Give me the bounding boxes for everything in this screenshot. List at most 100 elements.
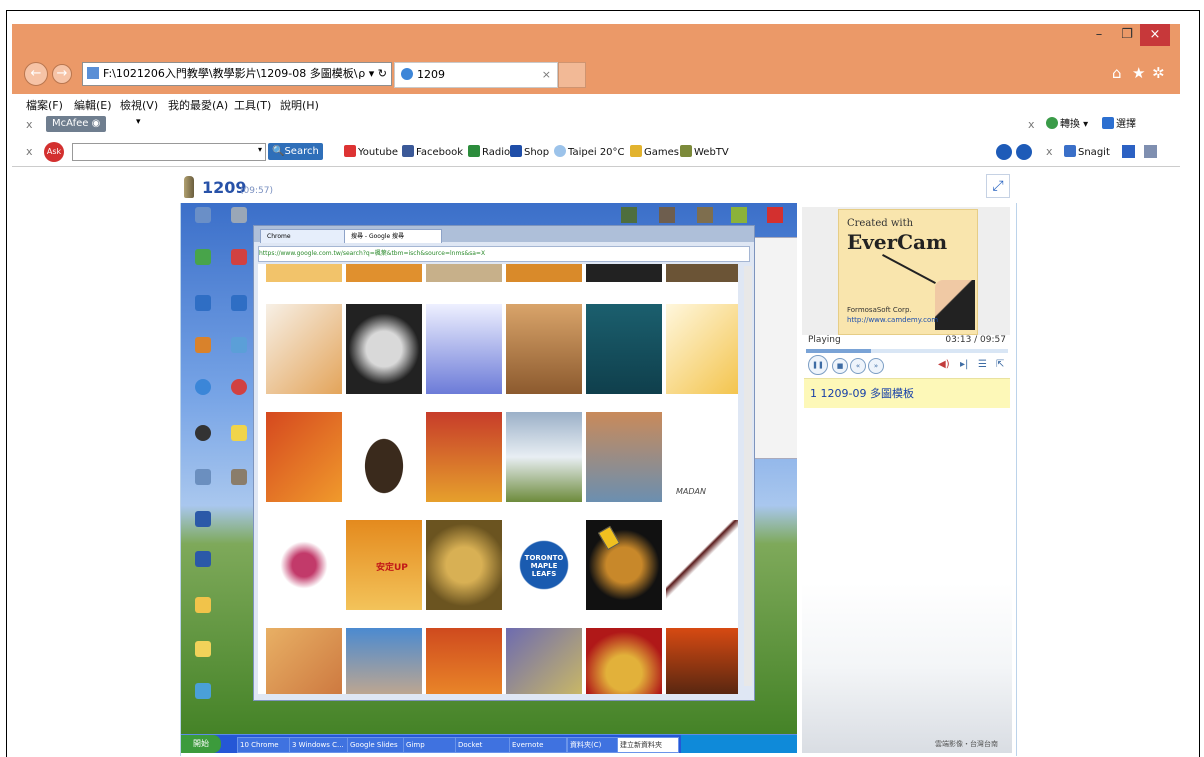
menu-favorites[interactable]: 我的最愛(A) <box>168 97 228 113</box>
menu-help[interactable]: 說明(H) <box>280 97 319 113</box>
image-result[interactable] <box>426 304 502 394</box>
select-button[interactable]: 選擇 <box>1102 116 1136 134</box>
image-result[interactable] <box>266 264 342 282</box>
player-status: Playing <box>808 335 841 345</box>
evercam-url[interactable]: http://www.camdemy.com <box>847 316 938 324</box>
taskbar-search[interactable]: 建立新資料夾 <box>617 737 679 753</box>
search-button[interactable]: 🔍Search <box>268 143 323 160</box>
tab-close-icon[interactable]: × <box>542 63 551 87</box>
ask-plus-icon[interactable] <box>996 144 1012 160</box>
link-youtube[interactable]: Youtube <box>344 144 398 162</box>
image-result[interactable] <box>506 264 582 282</box>
taskbar-item[interactable]: 10 Chrome <box>237 737 291 753</box>
image-result[interactable] <box>426 628 502 694</box>
chrome-tab-active[interactable]: 搜尋 - Google 搜尋 <box>344 229 442 243</box>
image-result[interactable]: TORONTO MAPLE LEAFS <box>506 520 582 610</box>
back-button[interactable]: ← <box>24 62 48 86</box>
image-result[interactable] <box>586 264 662 282</box>
close-toolbar-icon[interactable]: x <box>26 118 33 131</box>
tab-1209[interactable]: 1209 × <box>394 62 558 88</box>
image-result[interactable] <box>426 264 502 282</box>
snagit-capture-icon[interactable] <box>1122 145 1135 158</box>
image-result[interactable]: MADAN <box>666 412 738 502</box>
image-result[interactable] <box>666 264 738 282</box>
volume-icon[interactable]: ◀) <box>938 359 950 370</box>
ask-search-icon[interactable] <box>1016 144 1032 160</box>
close-button[interactable]: × <box>1140 24 1170 46</box>
playback-progress-bar[interactable] <box>806 349 1008 353</box>
image-result[interactable] <box>506 412 582 502</box>
taskbar-item[interactable]: 3 Windows C... <box>289 737 349 753</box>
image-result[interactable] <box>346 628 422 694</box>
taskbar-item[interactable]: Evernote <box>509 737 567 753</box>
search-dropdown-icon[interactable]: ▾ <box>258 145 262 154</box>
taskbar-item[interactable]: Docket <box>455 737 511 753</box>
convert-button[interactable]: 轉換 ▾ <box>1046 116 1088 134</box>
video-frame[interactable]: Chrome 搜尋 - Google 搜尋 https://www.google… <box>181 203 797 753</box>
panel-divider <box>180 203 181 756</box>
favorites-icon[interactable]: ★ <box>1132 64 1145 82</box>
link-webtv[interactable]: WebTV <box>680 144 729 162</box>
forward-button[interactable]: → <box>52 64 72 84</box>
new-tab-button[interactable] <box>558 62 586 88</box>
image-result[interactable] <box>666 304 738 394</box>
close-snagit-toolbar-icon[interactable]: x <box>1046 145 1053 158</box>
link-radio[interactable]: Radio <box>468 144 510 162</box>
image-result[interactable] <box>666 520 738 610</box>
fullscreen-icon[interactable]: ⤢ <box>986 174 1010 198</box>
link-shop[interactable]: Shop <box>510 144 549 162</box>
image-result[interactable] <box>586 412 662 502</box>
chrome-address-bar[interactable]: https://www.google.com.tw/search?q=楓葉&tb… <box>258 246 750 262</box>
menu-view[interactable]: 檢視(V) <box>120 97 158 113</box>
close-ask-toolbar-icon[interactable]: x <box>26 145 33 158</box>
image-result[interactable] <box>266 628 342 694</box>
image-result[interactable] <box>346 264 422 282</box>
stop-button[interactable]: ■ <box>832 358 848 374</box>
rewind-button[interactable]: « <box>850 358 866 374</box>
image-result[interactable] <box>266 412 342 502</box>
image-result[interactable] <box>506 304 582 394</box>
taskbar-item[interactable]: 資料夾(C) <box>567 737 619 753</box>
minimize-button[interactable]: – <box>1084 24 1114 46</box>
home-icon[interactable]: ⌂ <box>1112 64 1122 82</box>
image-result[interactable] <box>266 520 342 610</box>
link-facebook[interactable]: Facebook <box>402 144 463 162</box>
image-result[interactable] <box>266 304 342 394</box>
image-result[interactable] <box>346 412 422 502</box>
image-result[interactable] <box>666 628 738 694</box>
ask-search-input[interactable] <box>72 143 266 161</box>
menu-file[interactable]: 檔案(F) <box>26 97 63 113</box>
menu-tools[interactable]: 工具(T) <box>234 97 271 113</box>
image-result[interactable] <box>426 520 502 610</box>
image-result[interactable]: 安定UP <box>346 520 422 610</box>
taskbar-item[interactable]: Gimp <box>403 737 457 753</box>
chrome-scrollbar[interactable] <box>744 266 752 686</box>
playlist-item[interactable]: 1 1209-09 多圖模板 <box>804 378 1010 408</box>
desktop-icon <box>731 207 747 223</box>
image-result[interactable] <box>586 304 662 394</box>
address-bar[interactable]: F:\1021206入門教學\教學影片\1209-08 多圖模板\n( ρ ▾ … <box>82 62 392 86</box>
snagit-button[interactable]: Snagit <box>1064 144 1110 162</box>
taskbar-item[interactable]: Google Slides <box>347 737 405 753</box>
start-button[interactable]: 開始 <box>181 735 221 753</box>
image-result[interactable] <box>586 628 662 694</box>
link-games[interactable]: Games <box>630 144 679 162</box>
image-result[interactable] <box>506 628 582 694</box>
forward-button-player[interactable]: » <box>868 358 884 374</box>
image-result[interactable] <box>346 304 422 394</box>
mcafee-button[interactable]: McAfee ◉ <box>46 116 107 132</box>
pause-button[interactable]: ❚❚ <box>808 355 828 375</box>
toc-icon[interactable]: ☰ <box>978 359 987 370</box>
snagit-editor-icon[interactable] <box>1144 145 1157 158</box>
pointer-icon[interactable]: ⇱ <box>996 359 1004 370</box>
maximize-button[interactable]: ❐ <box>1112 24 1142 46</box>
image-result[interactable] <box>426 412 502 502</box>
next-chapter-icon[interactable]: ▸| <box>960 359 968 370</box>
settings-icon[interactable]: ✲ <box>1152 64 1165 82</box>
mcafee-dropdown-icon[interactable]: ▾ <box>136 117 141 127</box>
menu-edit[interactable]: 編輯(E) <box>74 97 112 113</box>
link-weather[interactable]: Taipei 20°C <box>554 144 625 162</box>
close-toolbar-right-icon[interactable]: x <box>1028 118 1035 131</box>
chrome-tab[interactable]: Chrome <box>260 229 348 243</box>
address-search-refresh-icons[interactable]: ρ ▾ ↻ <box>358 63 387 85</box>
